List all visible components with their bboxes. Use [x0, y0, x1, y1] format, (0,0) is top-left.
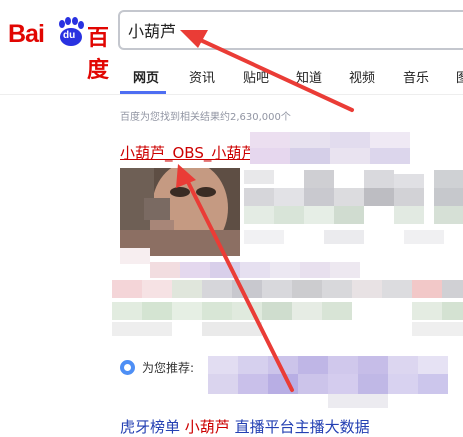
arrow-to-search-input: [180, 30, 354, 112]
arrow-to-result-title: [176, 164, 294, 392]
annotation-arrows: [176, 30, 354, 392]
